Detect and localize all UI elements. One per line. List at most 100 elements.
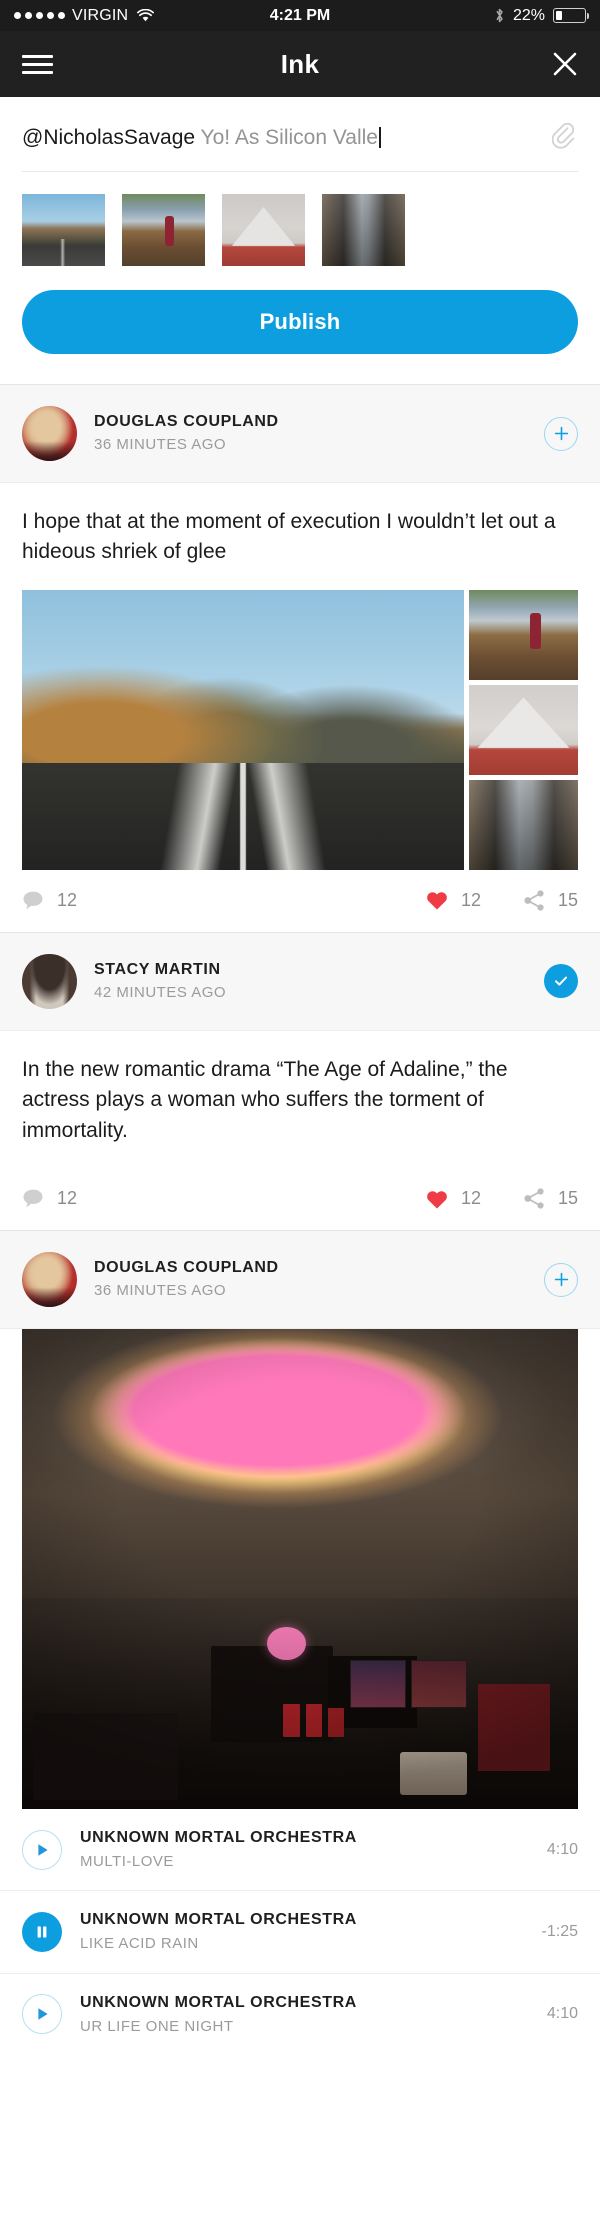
compose-area: @NicholasSavage Yo! As Silicon Valle Pub…: [0, 97, 600, 384]
rainy-street-photo[interactable]: [469, 779, 578, 870]
track-row[interactable]: UNKNOWN MORTAL ORCHESTRA LIKE ACID RAIN …: [0, 1890, 600, 1972]
carrier-label: VIRGIN: [72, 6, 129, 24]
post-actions: 12 12 15: [0, 870, 600, 932]
compose-input[interactable]: @NicholasSavage Yo! As Silicon Valle: [22, 125, 540, 151]
comment-bubble-icon: [23, 891, 43, 910]
attachment-thumbnails: [22, 172, 578, 266]
share-icon: [524, 890, 544, 911]
signal-strength-icon: [14, 12, 65, 19]
track-info: UNKNOWN MORTAL ORCHESTRA UR LIFE ONE NIG…: [80, 1991, 529, 2038]
play-button[interactable]: [22, 1829, 62, 1870]
post-meta: DOUGLAS COUPLAND 36 MINUTES AGO: [94, 410, 527, 457]
post-author: DOUGLAS COUPLAND: [94, 1259, 279, 1277]
pause-button[interactable]: [22, 1912, 62, 1953]
post-card: STACY MARTIN 42 MINUTES AGO In the new r…: [0, 931, 600, 1231]
track-duration: 4:10: [546, 2005, 578, 2023]
share-count: 15: [557, 1188, 578, 1209]
comment-count: 12: [57, 889, 78, 910]
comment-count: 12: [57, 1188, 78, 1209]
share-action[interactable]: 15: [523, 889, 578, 912]
post-card: DOUGLAS COUPLAND 36 MINUTES AGO I hope t…: [0, 384, 600, 932]
like-action[interactable]: 12: [425, 1188, 481, 1210]
text-cursor: [379, 126, 381, 148]
snow-mountain-photo[interactable]: [469, 684, 578, 775]
track-list: UNKNOWN MORTAL ORCHESTRA MULTI-LOVE 4:10…: [0, 1809, 600, 2055]
plus-icon: [554, 426, 568, 441]
compose-handle: @NicholasSavage: [22, 125, 196, 149]
rainy-street-thumbnail[interactable]: [322, 194, 405, 266]
post-meta: STACY MARTIN 42 MINUTES AGO: [94, 958, 527, 1005]
track-row[interactable]: UNKNOWN MORTAL ORCHESTRA UR LIFE ONE NIG…: [0, 1972, 600, 2055]
share-icon: [524, 1188, 544, 1209]
track-title: UR LIFE ONE NIGHT: [80, 2017, 234, 2035]
track-row[interactable]: UNKNOWN MORTAL ORCHESTRA MULTI-LOVE 4:10: [0, 1809, 600, 1890]
post-text: In the new romantic drama “The Age of Ad…: [22, 1057, 508, 1142]
track-duration: 4:10: [546, 1840, 578, 1858]
heart-icon: [427, 892, 447, 910]
photo-collage: [0, 589, 600, 870]
avatar[interactable]: [22, 953, 77, 1009]
snow-mountain-thumbnail[interactable]: [222, 194, 305, 266]
comment-action[interactable]: 12: [22, 889, 77, 912]
following-button[interactable]: [544, 964, 578, 999]
play-button[interactable]: [22, 1994, 62, 2035]
hamburger-menu-icon[interactable]: [22, 50, 53, 79]
post-timestamp: 36 MINUTES AGO: [94, 1282, 227, 1300]
battery-icon: [553, 8, 589, 23]
post-timestamp: 42 MINUTES AGO: [94, 984, 227, 1002]
bluetooth-icon: [496, 8, 503, 23]
plus-icon: [554, 1272, 568, 1287]
post-actions-right: 12 15: [425, 889, 578, 912]
status-bar-right: 22%: [494, 6, 589, 25]
post-actions-right: 12 15: [425, 1187, 578, 1210]
track-artist: UNKNOWN MORTAL ORCHESTRA: [80, 1829, 357, 1847]
paperclip-icon[interactable]: [552, 123, 578, 153]
desert-road-thumbnail[interactable]: [22, 194, 105, 266]
play-icon: [37, 1844, 48, 1856]
follow-button[interactable]: [544, 416, 578, 451]
publish-row: Publish: [22, 266, 578, 384]
battery-percent-label: 22%: [512, 6, 545, 24]
post-actions: 12 12 15: [0, 1168, 600, 1230]
wifi-icon: [137, 9, 155, 22]
follow-button[interactable]: [544, 1262, 578, 1297]
close-icon[interactable]: [552, 51, 578, 77]
track-title: MULTI-LOVE: [80, 1852, 174, 1870]
track-artist: UNKNOWN MORTAL ORCHESTRA: [80, 1911, 357, 1929]
post-author: STACY MARTIN: [94, 961, 221, 979]
heart-icon: [427, 1190, 447, 1209]
track-title: LIKE ACID RAIN: [80, 1935, 199, 1953]
album-artwork[interactable]: [22, 1329, 578, 1810]
post-meta: DOUGLAS COUPLAND 36 MINUTES AGO: [94, 1256, 527, 1303]
status-bar-left: VIRGIN: [14, 6, 155, 25]
track-artist: UNKNOWN MORTAL ORCHESTRA: [80, 1993, 357, 2011]
collage-main-photo[interactable]: [22, 589, 464, 870]
track-info: UNKNOWN MORTAL ORCHESTRA MULTI-LOVE: [80, 1826, 529, 1873]
compose-input-row[interactable]: @NicholasSavage Yo! As Silicon Valle: [22, 97, 578, 172]
check-icon: [555, 976, 567, 986]
share-count: 15: [557, 889, 578, 910]
page-title: Ink: [280, 48, 320, 79]
share-action[interactable]: 15: [523, 1187, 578, 1210]
compose-draft-text: Yo! As Silicon Valle: [200, 125, 378, 149]
publish-button[interactable]: Publish: [22, 290, 578, 354]
avatar[interactable]: [22, 406, 77, 461]
collage-side-photos: [469, 589, 578, 870]
post-text: I hope that at the moment of execution I…: [22, 510, 556, 564]
comment-bubble-icon: [23, 1189, 43, 1208]
post-header: DOUGLAS COUPLAND 36 MINUTES AGO: [0, 1231, 600, 1330]
like-count: 12: [460, 1188, 481, 1209]
avatar[interactable]: [22, 1252, 77, 1308]
track-duration: -1:25: [541, 1923, 578, 1941]
woman-lakeshore-photo[interactable]: [469, 589, 578, 680]
post-timestamp: 36 MINUTES AGO: [94, 436, 227, 454]
feed: DOUGLAS COUPLAND 36 MINUTES AGO I hope t…: [0, 384, 600, 2056]
status-bar: VIRGIN 4:21 PM 22%: [0, 0, 600, 31]
comment-action[interactable]: 12: [22, 1187, 77, 1210]
like-action[interactable]: 12: [425, 889, 481, 911]
post-author: DOUGLAS COUPLAND: [94, 413, 279, 431]
post-header: STACY MARTIN 42 MINUTES AGO: [0, 932, 600, 1031]
woman-lakeshore-thumbnail[interactable]: [122, 194, 205, 266]
track-info: UNKNOWN MORTAL ORCHESTRA LIKE ACID RAIN: [80, 1908, 524, 1955]
nav-bar: Ink: [0, 31, 600, 97]
